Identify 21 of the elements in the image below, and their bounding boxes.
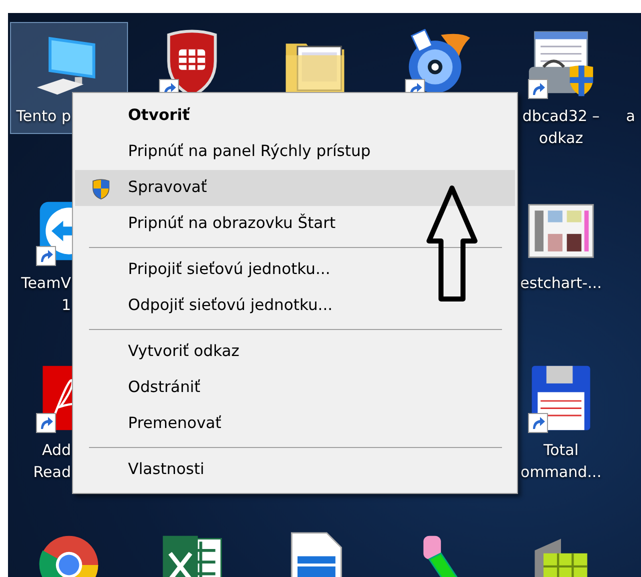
icon-label: ommand...: [520, 462, 602, 483]
menu-item[interactable]: Pripnúť na obrazovku Štart: [75, 206, 515, 242]
menu-item[interactable]: Pripojiť sieťovú jednotku...: [75, 252, 515, 288]
icon-label: a: [626, 106, 636, 127]
menu-item[interactable]: Vlastnosti: [75, 452, 515, 488]
menu-item[interactable]: Vytvoriť odkaz: [75, 334, 515, 370]
menu-item[interactable]: Pripnúť na panel Rýchly prístup: [75, 134, 515, 170]
icon-label: dbcad32 –: [522, 106, 600, 127]
menu-item[interactable]: Odstrániť: [75, 370, 515, 406]
icon-label: Tento p: [16, 106, 71, 127]
icon-label: TeamV: [21, 273, 71, 294]
icon-label: estchart-...: [520, 273, 602, 294]
icon-label: Read: [33, 462, 71, 483]
icon-label: Total: [543, 440, 579, 461]
menu-item[interactable]: Spravovať: [75, 170, 515, 206]
icon-label: 1: [61, 295, 71, 316]
icon-label: odkaz: [538, 128, 584, 149]
icon-label: Add: [42, 440, 71, 461]
menu-item[interactable]: Odpojiť sieťovú jednotku...: [75, 288, 515, 324]
toolbox-icon[interactable]: [526, 29, 596, 99]
menu-item[interactable]: Premenovať: [75, 406, 515, 442]
